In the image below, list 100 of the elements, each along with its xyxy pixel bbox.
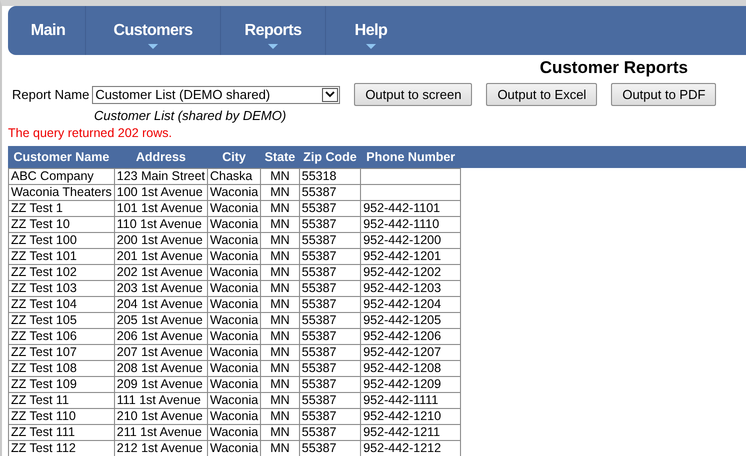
table-cell: 110 1st Avenue <box>114 216 208 232</box>
table-cell: Waconia <box>208 328 261 344</box>
table-cell: MN <box>260 296 300 312</box>
table-cell: ZZ Test 11 <box>8 392 114 408</box>
nav-menu-item[interactable]: Reports <box>221 6 326 55</box>
table-cell: MN <box>260 376 300 392</box>
table-cell: MN <box>260 344 300 360</box>
table-cell: ZZ Test 102 <box>8 264 114 280</box>
table-cell: 55387 <box>299 248 361 264</box>
table-cell: 952-442-1211 <box>360 424 461 440</box>
table-cell: 123 Main Street <box>114 168 208 184</box>
table-cell: ZZ Test 1 <box>8 200 114 216</box>
table-cell: 952-442-1206 <box>360 328 461 344</box>
table-cell: MN <box>260 168 300 184</box>
nav-menu-item[interactable]: Help <box>326 6 416 55</box>
table-cell: 101 1st Avenue <box>114 200 208 216</box>
table-cell: Waconia <box>208 264 261 280</box>
nav-menu-item[interactable]: Main <box>12 6 86 55</box>
table-cell: 952-442-1210 <box>360 408 461 424</box>
table-cell: 211 1st Avenue <box>114 424 208 440</box>
table-cell: 212 1st Avenue <box>114 440 208 456</box>
table-cell: Waconia <box>208 184 261 200</box>
table-cell: 210 1st Avenue <box>114 408 208 424</box>
table-cell: 55318 <box>299 168 361 184</box>
table-cell: MN <box>260 360 300 376</box>
table-cell: Waconia <box>208 232 261 248</box>
table-cell: MN <box>260 184 300 200</box>
table-cell: ZZ Test 107 <box>8 344 114 360</box>
table-cell: MN <box>260 264 300 280</box>
table-cell: MN <box>260 312 300 328</box>
table-cell: 952-442-1101 <box>360 200 461 216</box>
column-header: Customer Name <box>8 146 114 168</box>
table-cell: Waconia <box>208 248 261 264</box>
table-cell: 55387 <box>299 392 361 408</box>
column-header: City <box>208 146 261 168</box>
table-cell: 55387 <box>299 408 361 424</box>
table-cell: 55387 <box>299 376 361 392</box>
table-cell: ZZ Test 104 <box>8 296 114 312</box>
table-cell: Waconia <box>208 408 261 424</box>
table-cell: 952-442-1209 <box>360 376 461 392</box>
table-cell: ZZ Test 103 <box>8 280 114 296</box>
table-cell: Waconia <box>208 344 261 360</box>
table-cell: 952-442-1207 <box>360 344 461 360</box>
report-select[interactable]: Customer List (DEMO shared) <box>92 86 340 104</box>
table-cell: 205 1st Avenue <box>114 312 208 328</box>
column-header: Address <box>114 146 208 168</box>
table-cell: 207 1st Avenue <box>114 344 208 360</box>
table-cell: MN <box>260 248 300 264</box>
table-cell: 200 1st Avenue <box>114 232 208 248</box>
table-cell: MN <box>260 392 300 408</box>
table-cell: 203 1st Avenue <box>114 280 208 296</box>
table-cell: MN <box>260 280 300 296</box>
table-cell: ZZ Test 108 <box>8 360 114 376</box>
table-cell: Waconia <box>208 216 261 232</box>
table-cell: 952-442-1205 <box>360 312 461 328</box>
table-cell: 206 1st Avenue <box>114 328 208 344</box>
table-cell: 952-442-1208 <box>360 360 461 376</box>
nav-menu-item[interactable]: Customers <box>86 6 221 55</box>
table-cell: MN <box>260 328 300 344</box>
table-cell: 202 1st Avenue <box>114 264 208 280</box>
output-button[interactable]: Output to screen <box>354 83 472 106</box>
table-cell: ABC Company <box>8 168 114 184</box>
table-cell: Waconia Theaters <box>8 184 114 200</box>
table-cell: 55387 <box>299 344 361 360</box>
row-count-message: The query returned 202 rows. <box>8 126 173 140</box>
output-button[interactable]: Output to PDF <box>611 83 716 106</box>
page-title: Customer Reports <box>540 58 688 78</box>
table-cell: Waconia <box>208 360 261 376</box>
table-cell: MN <box>260 216 300 232</box>
table-cell: 952-442-1110 <box>360 216 461 232</box>
table-cell: 55387 <box>299 216 361 232</box>
table-cell: 55387 <box>299 296 361 312</box>
table-cell: ZZ Test 106 <box>8 328 114 344</box>
table-cell: 952-442-1111 <box>360 392 461 408</box>
table-cell: 55387 <box>299 280 361 296</box>
table-cell: Waconia <box>208 312 261 328</box>
table-cell: ZZ Test 100 <box>8 232 114 248</box>
table-cell: 55387 <box>299 424 361 440</box>
table-cell: 111 1st Avenue <box>114 392 208 408</box>
table-cell: 952-442-1201 <box>360 248 461 264</box>
table-cell: Waconia <box>208 424 261 440</box>
table-cell: 55387 <box>299 184 361 200</box>
table-cell: 201 1st Avenue <box>114 248 208 264</box>
table-cell: 204 1st Avenue <box>114 296 208 312</box>
table-cell: Chaska <box>208 168 261 184</box>
table-cell: ZZ Test 109 <box>8 376 114 392</box>
column-header: State <box>260 146 300 168</box>
table-cell: 100 1st Avenue <box>114 184 208 200</box>
table-cell: ZZ Test 112 <box>8 440 114 456</box>
table-cell: 55387 <box>299 232 361 248</box>
output-button[interactable]: Output to Excel <box>486 83 598 106</box>
table-cell: Waconia <box>208 200 261 216</box>
column-header: Zip Code <box>299 146 361 168</box>
table-cell: ZZ Test 110 <box>8 408 114 424</box>
table-cell: MN <box>260 408 300 424</box>
table-cell: MN <box>260 200 300 216</box>
column-header: Phone Number <box>360 146 461 168</box>
table-cell: 952-442-1204 <box>360 296 461 312</box>
table-cell: Waconia <box>208 296 261 312</box>
table-cell: 55387 <box>299 360 361 376</box>
